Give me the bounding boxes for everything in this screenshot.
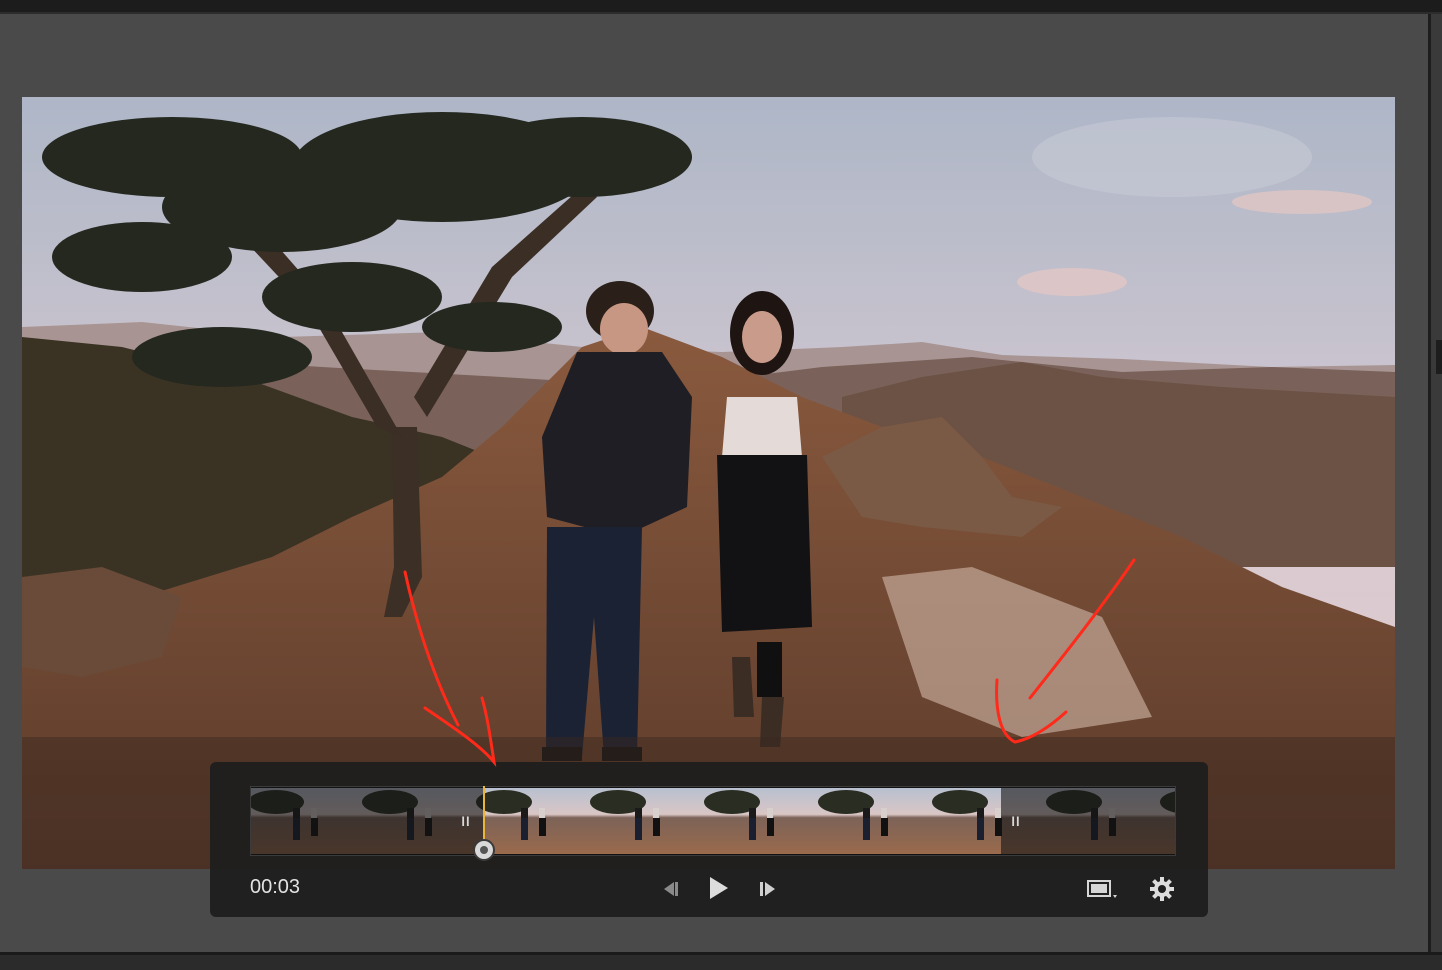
- video-frame-image: [22, 97, 1395, 869]
- frame-capture-button[interactable]: [1082, 874, 1122, 904]
- trim-handle-icon: ll: [461, 813, 471, 829]
- next-frame-button[interactable]: [754, 876, 782, 902]
- play-icon: [710, 877, 728, 899]
- previous-frame-icon: [664, 882, 678, 896]
- gear-icon: [1150, 877, 1174, 901]
- playhead-knob[interactable]: [473, 839, 495, 861]
- right-panel-edge: [1428, 14, 1442, 952]
- video-preview: [22, 97, 1395, 869]
- bottom-filmstrip-bar: [0, 952, 1442, 970]
- settings-button[interactable]: [1146, 874, 1178, 904]
- play-button[interactable]: [702, 872, 734, 904]
- right-panel-toggle[interactable]: [1436, 340, 1442, 374]
- toolbar-divider: [0, 12, 1442, 14]
- top-toolbar: [0, 0, 1442, 12]
- trim-handle-icon: ll: [1011, 813, 1021, 829]
- video-timeline-filmstrip[interactable]: ll ll: [250, 786, 1176, 856]
- video-control-panel: ll ll 00:03: [210, 762, 1208, 917]
- next-frame-icon: [760, 882, 775, 896]
- current-time: 00:03: [250, 876, 301, 898]
- trimmed-region-start: [251, 787, 485, 855]
- frame-capture-icon: [1087, 880, 1117, 898]
- right-trim-handle[interactable]: ll: [1003, 789, 1029, 853]
- previous-frame-button[interactable]: [656, 876, 684, 902]
